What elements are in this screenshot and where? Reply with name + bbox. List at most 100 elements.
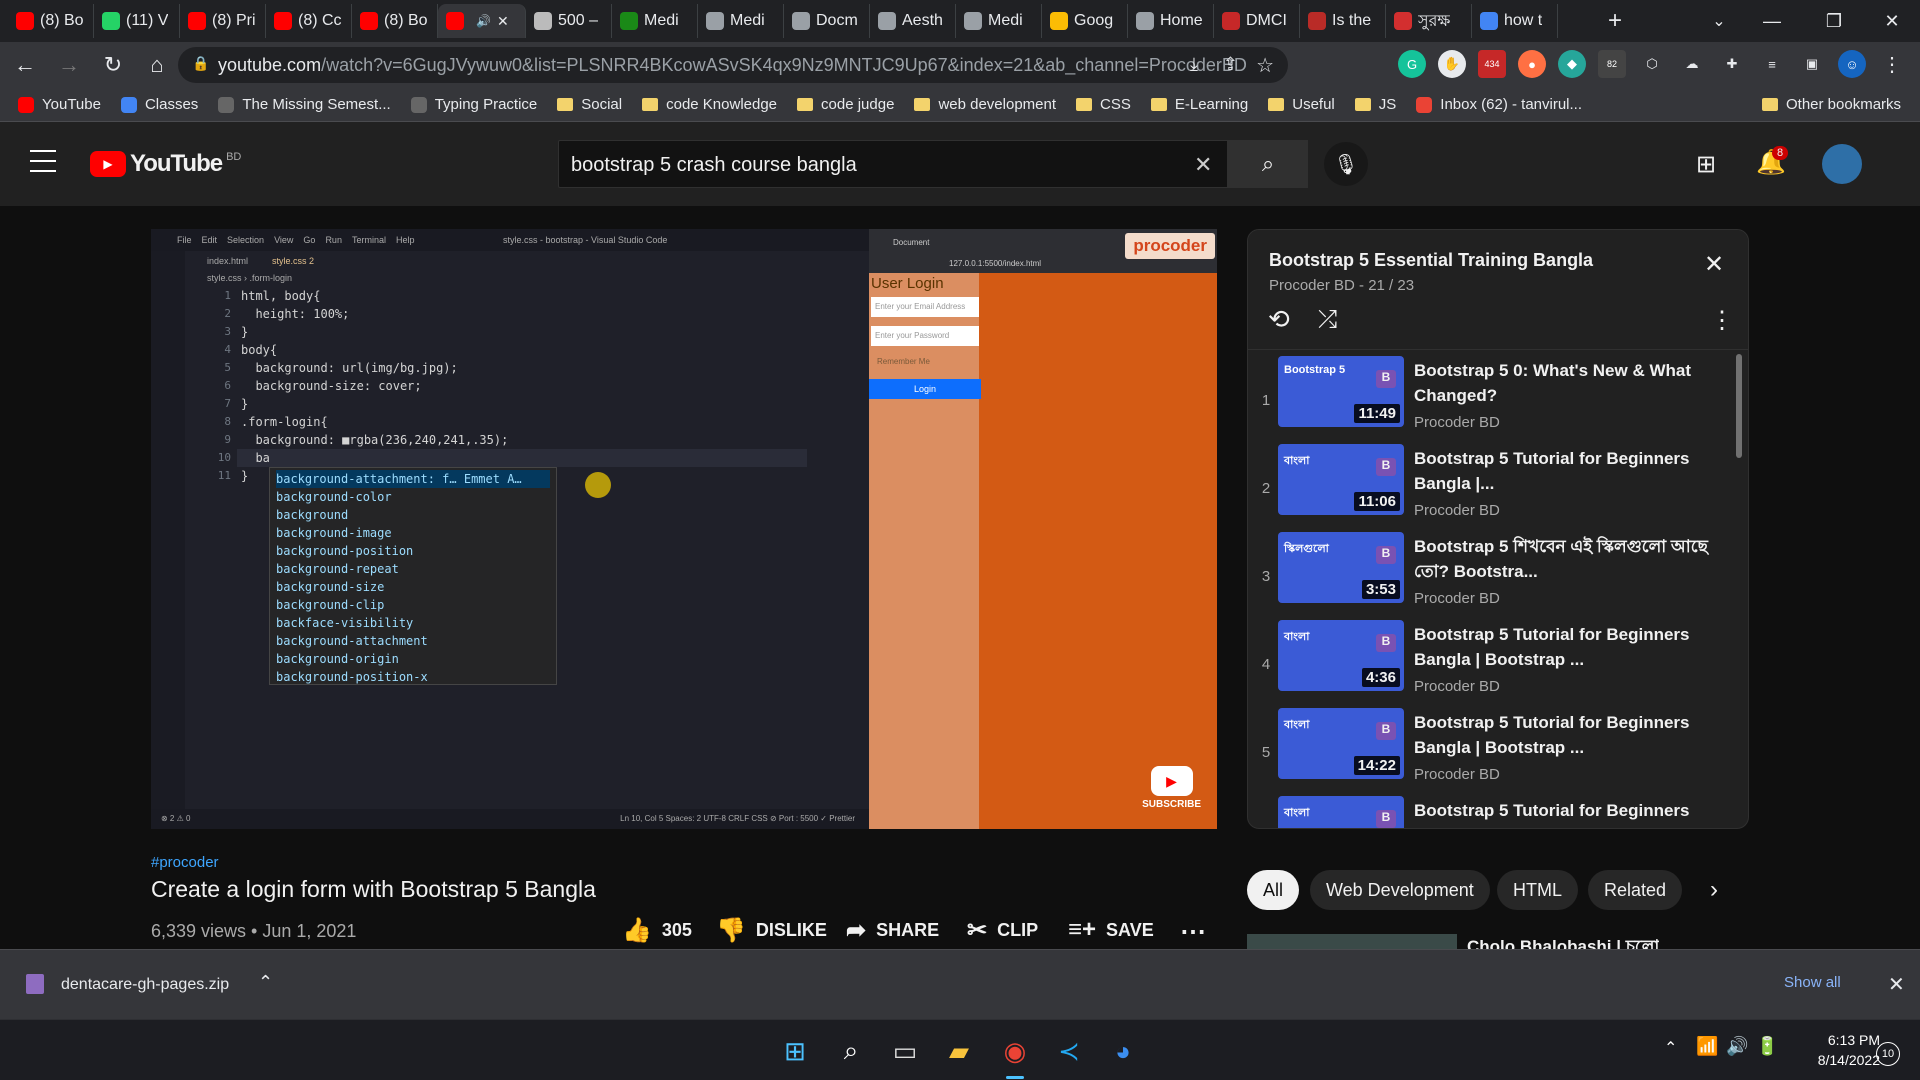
browser-tab[interactable]: Medi: [612, 4, 698, 38]
new-tab-button[interactable]: +: [1598, 4, 1632, 38]
share-button[interactable]: ➦ SHARE: [846, 916, 939, 945]
playlist-item[interactable]: 1 Bootstrap 5 B 11:49 Bootstrap 5 0: What's …: [1248, 356, 1738, 444]
create-video-icon[interactable]: ⊞: [1696, 150, 1716, 179]
browser-tab[interactable]: (8) Bo: [8, 4, 94, 38]
like-button[interactable]: 👍 305: [622, 916, 692, 945]
taskbar-search-icon[interactable]: ⌕: [834, 1034, 868, 1068]
browser-tab[interactable]: Aesth: [870, 4, 956, 38]
bookmark-item[interactable]: Social: [557, 96, 622, 113]
grammarly-icon[interactable]: G: [1398, 50, 1426, 78]
close-tab-icon[interactable]: ✕: [497, 13, 509, 30]
browser-tab[interactable]: সুরক্ষ: [1386, 4, 1472, 38]
save-button[interactable]: ≡+ SAVE: [1068, 916, 1154, 944]
github-ext-icon[interactable]: 82: [1598, 50, 1626, 78]
restore-button[interactable]: ❐: [1806, 0, 1862, 42]
chrome-icon[interactable]: ◉: [998, 1034, 1032, 1068]
extensions-puzzle-icon[interactable]: ✚: [1718, 50, 1746, 78]
close-window-button[interactable]: ✕: [1864, 0, 1920, 42]
playlist-item[interactable]: 4 বাংলা B 4:36 Bootstrap 5 Tutorial for Begi…: [1248, 620, 1738, 708]
side-panel-icon[interactable]: ▣: [1798, 50, 1826, 78]
playlist-title[interactable]: Bootstrap 5 Essential Training Bangla: [1269, 250, 1593, 271]
browser-tab[interactable]: Medi: [956, 4, 1042, 38]
browser-tab[interactable]: Docm: [784, 4, 870, 38]
other-bookmarks[interactable]: Other bookmarks: [1762, 96, 1901, 113]
bookmark-item[interactable]: CSS: [1076, 96, 1131, 113]
browser-tab[interactable]: Is the: [1300, 4, 1386, 38]
extension-teal-icon[interactable]: ◆: [1558, 50, 1586, 78]
bookmark-item[interactable]: JS: [1354, 96, 1396, 113]
notification-center-badge[interactable]: 10: [1876, 1042, 1900, 1066]
profile-avatar[interactable]: ☺: [1838, 50, 1866, 78]
video-hashtag[interactable]: #procoder: [151, 854, 219, 871]
loop-icon[interactable]: ⟲: [1268, 304, 1290, 335]
browser-tab[interactable]: 🔊 ✕: [438, 4, 526, 38]
browser-tab[interactable]: Goog: [1042, 4, 1128, 38]
playlist-subtitle[interactable]: Procoder BD - 21 / 23: [1269, 277, 1414, 294]
playlist-item[interactable]: 5 বাংলা B 14:22 Bootstrap 5 Tutorial for Beg…: [1248, 708, 1738, 796]
filter-chip[interactable]: All: [1247, 870, 1300, 910]
playlist-item[interactable]: 2 বাংলা B 11:06 Bootstrap 5 Tutorial for Beg…: [1248, 444, 1738, 532]
media-control-icon[interactable]: ≡: [1758, 50, 1786, 78]
video-thumbnail[interactable]: Bootstrap 5 B 11:49: [1278, 356, 1404, 427]
browser-tab[interactable]: (8) Bo: [352, 4, 438, 38]
youtube-logo[interactable]: ▶ YouTube BD: [90, 150, 241, 178]
close-download-bar-icon[interactable]: ✕: [1888, 972, 1905, 997]
clip-button[interactable]: ✂ CLIP: [967, 916, 1038, 945]
home-icon[interactable]: ⌂: [138, 46, 176, 84]
tray-chevron-icon[interactable]: ⌃: [1664, 1038, 1677, 1058]
volume-icon[interactable]: 🔊: [1726, 1036, 1748, 1057]
bookmark-item[interactable]: Inbox (62) - tanvirul...: [1416, 96, 1582, 113]
mail-checker-icon[interactable]: 434: [1478, 50, 1506, 78]
cube-icon[interactable]: ⬡: [1638, 50, 1666, 78]
share-icon[interactable]: ⇪: [1223, 54, 1238, 75]
bookmark-item[interactable]: The Missing Semest...: [218, 96, 391, 113]
playlist-more-icon[interactable]: ⋮: [1710, 306, 1734, 335]
playlist-item[interactable]: বাংলা B Bootstrap 5 Tutorial for Beginners…: [1248, 796, 1738, 828]
audio-playing-icon[interactable]: 🔊: [476, 14, 491, 28]
browser-tab[interactable]: (8) Cc: [266, 4, 352, 38]
address-bar[interactable]: 🔒 youtube.com/watch?v=6GugJVywuw0&list=P…: [178, 47, 1288, 83]
related-title[interactable]: Cholo Bhalobashi | চলো: [1467, 934, 1659, 949]
filter-chip[interactable]: Related: [1588, 870, 1683, 910]
browser-tab[interactable]: DMCI: [1214, 4, 1300, 38]
video-thumbnail[interactable]: বাংলা B: [1278, 796, 1404, 828]
browser-tab[interactable]: 500 –: [526, 4, 612, 38]
bookmark-item[interactable]: Classes: [120, 96, 198, 113]
browser-tab[interactable]: (11) V: [94, 4, 180, 38]
bookmark-item[interactable]: Typing Practice: [410, 96, 537, 113]
clock-time[interactable]: 6:13 PM: [1800, 1032, 1880, 1048]
clock-date[interactable]: 8/14/2022: [1796, 1052, 1880, 1068]
account-avatar[interactable]: [1822, 144, 1862, 184]
dislike-button[interactable]: 👎 DISLIKE: [716, 916, 827, 945]
voice-search-icon[interactable]: 🎙: [1324, 142, 1368, 186]
bookmark-star-icon[interactable]: ☆: [1256, 53, 1274, 78]
windows-start-icon[interactable]: ⊞: [778, 1034, 812, 1068]
video-thumbnail[interactable]: বাংলা B 14:22: [1278, 708, 1404, 779]
vscode-icon[interactable]: ≺: [1052, 1034, 1086, 1068]
browser-tab[interactable]: (8) Pri: [180, 4, 266, 38]
more-actions-icon[interactable]: ⋯: [1180, 916, 1206, 947]
close-playlist-icon[interactable]: ✕: [1704, 250, 1724, 279]
filter-chip[interactable]: HTML: [1497, 870, 1578, 910]
bookmark-item[interactable]: E-Learning: [1150, 96, 1248, 113]
bookmark-item[interactable]: Useful: [1268, 96, 1335, 113]
browser-tab[interactable]: Medi: [698, 4, 784, 38]
shuffle-icon[interactable]: ⤮: [1318, 306, 1337, 334]
video-thumbnail[interactable]: বাংলা B 4:36: [1278, 620, 1404, 691]
adblock-icon[interactable]: ✋: [1438, 50, 1466, 78]
bookmark-item[interactable]: web development: [914, 96, 1056, 113]
forward-arrow-icon[interactable]: →: [50, 46, 88, 84]
file-explorer-icon[interactable]: ▰: [942, 1034, 976, 1068]
reload-icon[interactable]: ↻: [94, 46, 132, 84]
playlist-item[interactable]: 3 স্কিলগুলো B 3:53 Bootstrap 5 শিখবেন এই স্ক…: [1248, 532, 1738, 620]
hamburger-menu-icon[interactable]: [30, 150, 56, 172]
download-options-icon[interactable]: ⌃: [258, 972, 273, 993]
bookmark-item[interactable]: code judge: [797, 96, 894, 113]
battery-icon[interactable]: 🔋: [1756, 1036, 1778, 1057]
search-button[interactable]: ⌕: [1228, 140, 1308, 188]
clear-search-icon[interactable]: ✕: [1194, 152, 1212, 178]
show-all-button[interactable]: Show all: [1784, 974, 1841, 991]
video-thumbnail[interactable]: স্কিলগুলো B 3:53: [1278, 532, 1404, 603]
related-thumbnail[interactable]: [1247, 934, 1457, 949]
install-icon[interactable]: ⤓: [1190, 54, 1198, 75]
